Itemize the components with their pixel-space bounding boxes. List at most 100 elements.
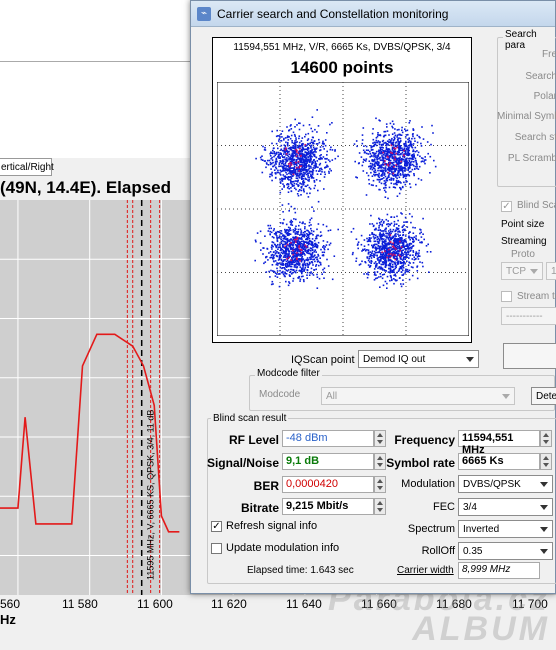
symbol-rate-spinner[interactable]: [540, 453, 552, 470]
rf-level-spinner[interactable]: [374, 430, 386, 447]
iq-point: [310, 217, 313, 220]
iq-point: [286, 168, 289, 170]
iq-point: [381, 255, 383, 257]
iq-point: [274, 154, 276, 157]
iq-point: [315, 170, 318, 172]
iq-point: [270, 157, 272, 160]
update-modulation-checkbox[interactable]: [211, 543, 222, 554]
iq-point: [288, 253, 290, 256]
iq-point: [407, 173, 409, 176]
polarization-tab[interactable]: ertical/Right: [0, 158, 54, 176]
iq-point: [317, 125, 320, 127]
iq-point: [292, 280, 294, 282]
iq-point: [301, 238, 303, 240]
iq-point: [292, 229, 295, 231]
iq-point: [401, 259, 404, 261]
iqscan-select[interactable]: Demod IQ out: [358, 350, 479, 368]
port-field[interactable]: 12: [546, 262, 556, 280]
spectrum-select[interactable]: Inverted: [458, 520, 553, 538]
carrier-width-label[interactable]: Carrier width: [397, 565, 454, 576]
iq-point: [387, 171, 390, 174]
search-param-label: Search: [525, 71, 556, 82]
iq-point: [272, 161, 274, 164]
proto-select[interactable]: TCP: [501, 262, 543, 280]
iq-point: [386, 244, 388, 247]
iq-point: [375, 144, 378, 147]
iq-point: [404, 136, 407, 138]
iq-point: [391, 263, 394, 266]
iq-point: [306, 192, 308, 195]
iq-point: [370, 259, 372, 262]
iq-point: [319, 231, 322, 233]
rolloff-select[interactable]: 0.35: [458, 542, 553, 560]
iq-point: [388, 230, 390, 232]
iq-point: [312, 230, 315, 233]
iq-point: [374, 158, 376, 160]
iq-point: [376, 222, 378, 225]
refresh-checkbox[interactable]: ✓: [211, 521, 222, 532]
iq-point: [272, 149, 274, 152]
iq-point: [297, 160, 300, 163]
iq-point: [372, 179, 375, 182]
iq-point: [323, 248, 326, 251]
iq-point: [278, 153, 280, 156]
fec-select[interactable]: 3/4: [458, 498, 553, 516]
iq-point: [271, 280, 274, 283]
iq-point: [384, 163, 386, 166]
x-tick: 11 600: [137, 597, 173, 611]
iq-point: [302, 279, 305, 281]
modulation-select[interactable]: DVBS/QPSK: [458, 475, 553, 493]
iq-point: [302, 235, 305, 237]
iq-point: [323, 148, 325, 150]
detect-button[interactable]: Dete: [531, 387, 556, 405]
iq-point: [416, 270, 419, 272]
iq-point: [393, 216, 396, 218]
blank-button[interactable]: [503, 343, 556, 369]
search-params-label: Search para: [503, 29, 555, 51]
iq-point: [381, 267, 384, 270]
iq-point: [298, 141, 301, 144]
stream-to-checkbox[interactable]: [501, 291, 512, 302]
iq-point: [397, 238, 399, 240]
iq-point: [313, 251, 316, 253]
dialog-titlebar[interactable]: ⌁ Carrier search and Constellation monit…: [191, 1, 555, 27]
iq-point: [270, 168, 272, 170]
stream-address-field[interactable]: -----------: [501, 307, 556, 325]
blind-scan-checkbox[interactable]: ✓: [501, 201, 512, 212]
iq-point: [293, 142, 296, 145]
iq-point: [399, 157, 401, 160]
iq-point: [388, 186, 391, 189]
modcode-select[interactable]: All: [321, 387, 515, 405]
iq-point: [321, 168, 323, 171]
iq-point: [297, 277, 300, 279]
iq-point: [382, 139, 385, 142]
iq-point: [416, 163, 418, 165]
iq-point: [319, 162, 322, 165]
iq-point: [398, 254, 400, 256]
iq-point: [415, 254, 417, 256]
iq-point: [286, 173, 288, 176]
iq-point: [374, 277, 377, 280]
iq-point: [393, 156, 396, 158]
iq-point: [371, 246, 374, 248]
iq-point: [300, 145, 302, 147]
iq-point: [290, 177, 293, 180]
iq-point: [327, 248, 329, 251]
iq-point: [294, 126, 296, 128]
iq-point: [357, 247, 359, 250]
iq-point: [407, 264, 410, 266]
iq-point: [381, 248, 383, 251]
iq-point: [310, 139, 313, 141]
iq-point: [259, 230, 262, 233]
iq-point: [284, 252, 287, 255]
iq-point: [297, 172, 299, 175]
iq-point: [277, 151, 280, 154]
iq-point: [331, 278, 334, 281]
iq-point: [275, 167, 278, 170]
iq-point: [412, 161, 415, 163]
iq-point: [385, 237, 388, 239]
iq-point: [263, 247, 265, 249]
frequency-spinner[interactable]: [540, 430, 552, 447]
iq-point: [277, 248, 279, 250]
iq-point: [396, 136, 398, 138]
